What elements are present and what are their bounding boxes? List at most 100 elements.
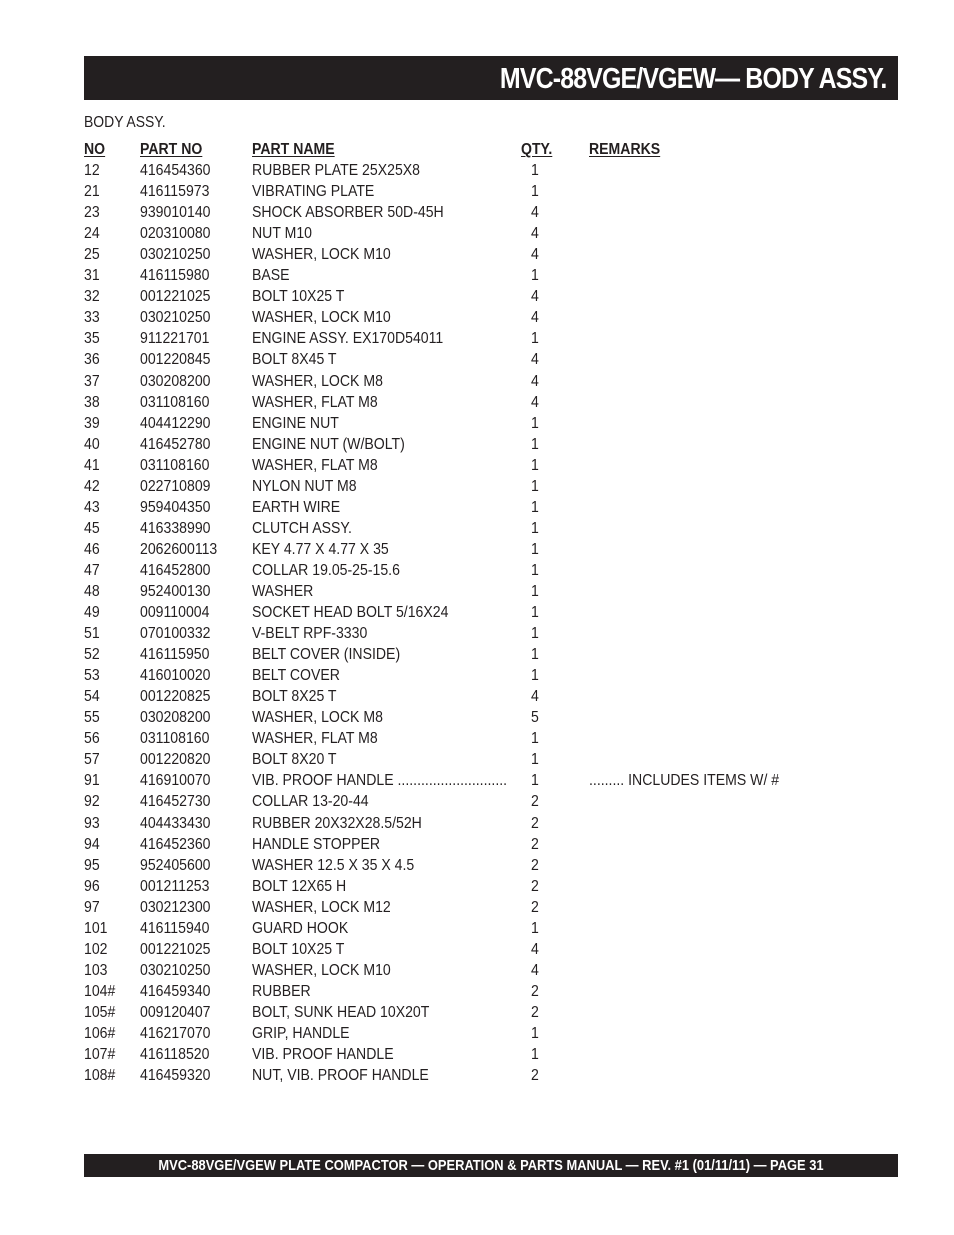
cell-part-name: BOLT 10X25 T [252,940,345,958]
cell-qty: 2 [531,982,539,1000]
cell-no: 31 [84,267,100,285]
table-row: 47 416452800 COLLAR 19.05-25-15.6 1 [84,560,844,581]
cell-part-no: 030210250 [140,309,211,327]
cell-part-no: 031108160 [140,393,210,411]
cell-no: 53 [84,667,100,685]
table-row: 92 416452730 COLLAR 13-20-44 2 [84,791,844,812]
cell-no: 46 [84,540,100,558]
cell-qty: 1 [531,730,539,748]
cell-no: 39 [84,414,100,432]
cell-qty: 4 [531,688,539,706]
cell-qty: 4 [531,288,539,306]
table-row: 31 416115980 BASE 1 [84,265,844,286]
cell-qty: 1 [531,751,539,769]
cell-part-no: 001220825 [140,688,211,706]
cell-part-no: 416115973 [140,183,210,201]
table-body: 12 416454360 RUBBER PLATE 25X25X8 1 21 416115… [84,160,844,1086]
table-row: 102 001221025 BOLT 10X25 T 4 [84,939,844,960]
cell-no: 45 [84,519,100,537]
cell-qty: 1 [531,772,539,790]
cell-part-name: ENGINE ASSY. EX170D54011 [252,330,444,348]
cell-qty: 1 [531,604,539,622]
cell-qty: 5 [531,709,539,727]
cell-part-name: NUT M10 [252,225,312,243]
table-row: 53 416010020 BELT COVER 1 [84,665,844,686]
table-header-row: NO PART NO PART NAME QTY. REMARKS [84,139,844,160]
cell-no: 24 [84,225,100,243]
cell-qty: 4 [531,393,539,411]
table-row: 48 952400130 WASHER 1 [84,581,844,602]
section-label: BODY ASSY. [84,114,166,131]
cell-qty: 1 [531,919,539,937]
table-row: 41 031108160 WASHER, FLAT M8 1 [84,455,844,476]
table-row: 108# 416459320 NUT, VIB. PROOF HANDLE 2 [84,1065,844,1086]
cell-part-no: 959404350 [140,498,211,516]
cell-no: 47 [84,561,100,579]
cell-part-no: 2062600113 [140,540,218,558]
cell-no: 43 [84,498,100,516]
cell-part-name: SOCKET HEAD BOLT 5/16X24 [252,604,449,622]
table-row: 33 030210250 WASHER, LOCK M10 4 [84,307,844,328]
cell-qty: 1 [531,561,539,579]
cell-no: 93 [84,814,100,832]
cell-part-no: 001221025 [140,288,211,306]
cell-qty: 1 [531,267,539,285]
cell-part-no: 416452800 [140,561,211,579]
cell-part-name: ENGINE NUT [252,414,339,432]
cell-part-name: GUARD HOOK [252,919,349,937]
cell-no: 57 [84,751,100,769]
table-row: 43 959404350 EARTH WIRE 1 [84,497,844,518]
cell-part-no: 952400130 [140,582,211,600]
cell-qty: 2 [531,814,539,832]
cell-part-no: 416452360 [140,835,211,853]
cell-part-name: WASHER [252,582,314,600]
cell-no: 32 [84,288,100,306]
table-row: 95 952405600 WASHER 12.5 X 35 X 4.5 2 [84,855,844,876]
cell-no: 55 [84,709,100,727]
cell-no: 97 [84,898,100,916]
cell-part-no: 031108160 [140,456,210,474]
table-row: 93 404433430 RUBBER 20X32X28.5/52H 2 [84,813,844,834]
table-row: 52 416115950 BELT COVER (INSIDE) 1 [84,644,844,665]
table-row: 57 001220820 BOLT 8X20 T 1 [84,749,844,770]
table-row: 55 030208200 WASHER, LOCK M8 5 [84,707,844,728]
cell-no: 51 [84,625,100,643]
cell-part-no: 416452730 [140,793,211,811]
cell-no: 104# [84,982,116,1000]
cell-qty: 4 [531,372,539,390]
cell-no: 91 [84,772,100,790]
cell-part-no: 001221025 [140,940,211,958]
cell-part-no: 030208200 [140,709,211,727]
cell-part-no: 416010020 [140,667,211,685]
cell-no: 23 [84,204,100,222]
cell-no: 49 [84,604,100,622]
cell-qty: 2 [531,1067,539,1085]
cell-part-name: BOLT 8X45 T [252,351,337,369]
cell-part-name: COLLAR 19.05-25-15.6 [252,561,400,579]
footer-bar: MVC-88VGE/VGEW PLATE COMPACTOR — OPERATI… [84,1154,898,1177]
cell-qty: 1 [531,456,539,474]
cell-no: 108# [84,1067,116,1085]
cell-part-no: 404433430 [140,814,211,832]
cell-qty: 2 [531,1003,539,1021]
cell-part-no: 416910070 [140,772,211,790]
cell-qty: 1 [531,540,539,558]
cell-qty: 4 [531,309,539,327]
cell-part-name: BOLT 8X20 T [252,751,337,769]
table-row: 39 404412290 ENGINE NUT 1 [84,413,844,434]
cell-part-no: 416338990 [140,519,211,537]
column-header-part-name: PART NAME [252,141,335,158]
table-row: 56 031108160 WASHER, FLAT M8 1 [84,728,844,749]
cell-part-name: HANDLE STOPPER [252,835,381,853]
cell-no: 38 [84,393,100,411]
cell-part-no: 416454360 [140,162,211,180]
cell-no: 35 [84,330,100,348]
cell-qty: 1 [531,498,539,516]
cell-part-no: 404412290 [140,414,211,432]
table-row: 40 416452780 ENGINE NUT (W/BOLT) 1 [84,434,844,455]
table-row: 105# 009120407 BOLT, SUNK HEAD 10X20T 2 [84,1002,844,1023]
cell-part-name: ENGINE NUT (W/BOLT) [252,435,405,453]
cell-part-no: 001220845 [140,351,211,369]
cell-part-no: 030210250 [140,246,211,264]
cell-no: 56 [84,730,100,748]
